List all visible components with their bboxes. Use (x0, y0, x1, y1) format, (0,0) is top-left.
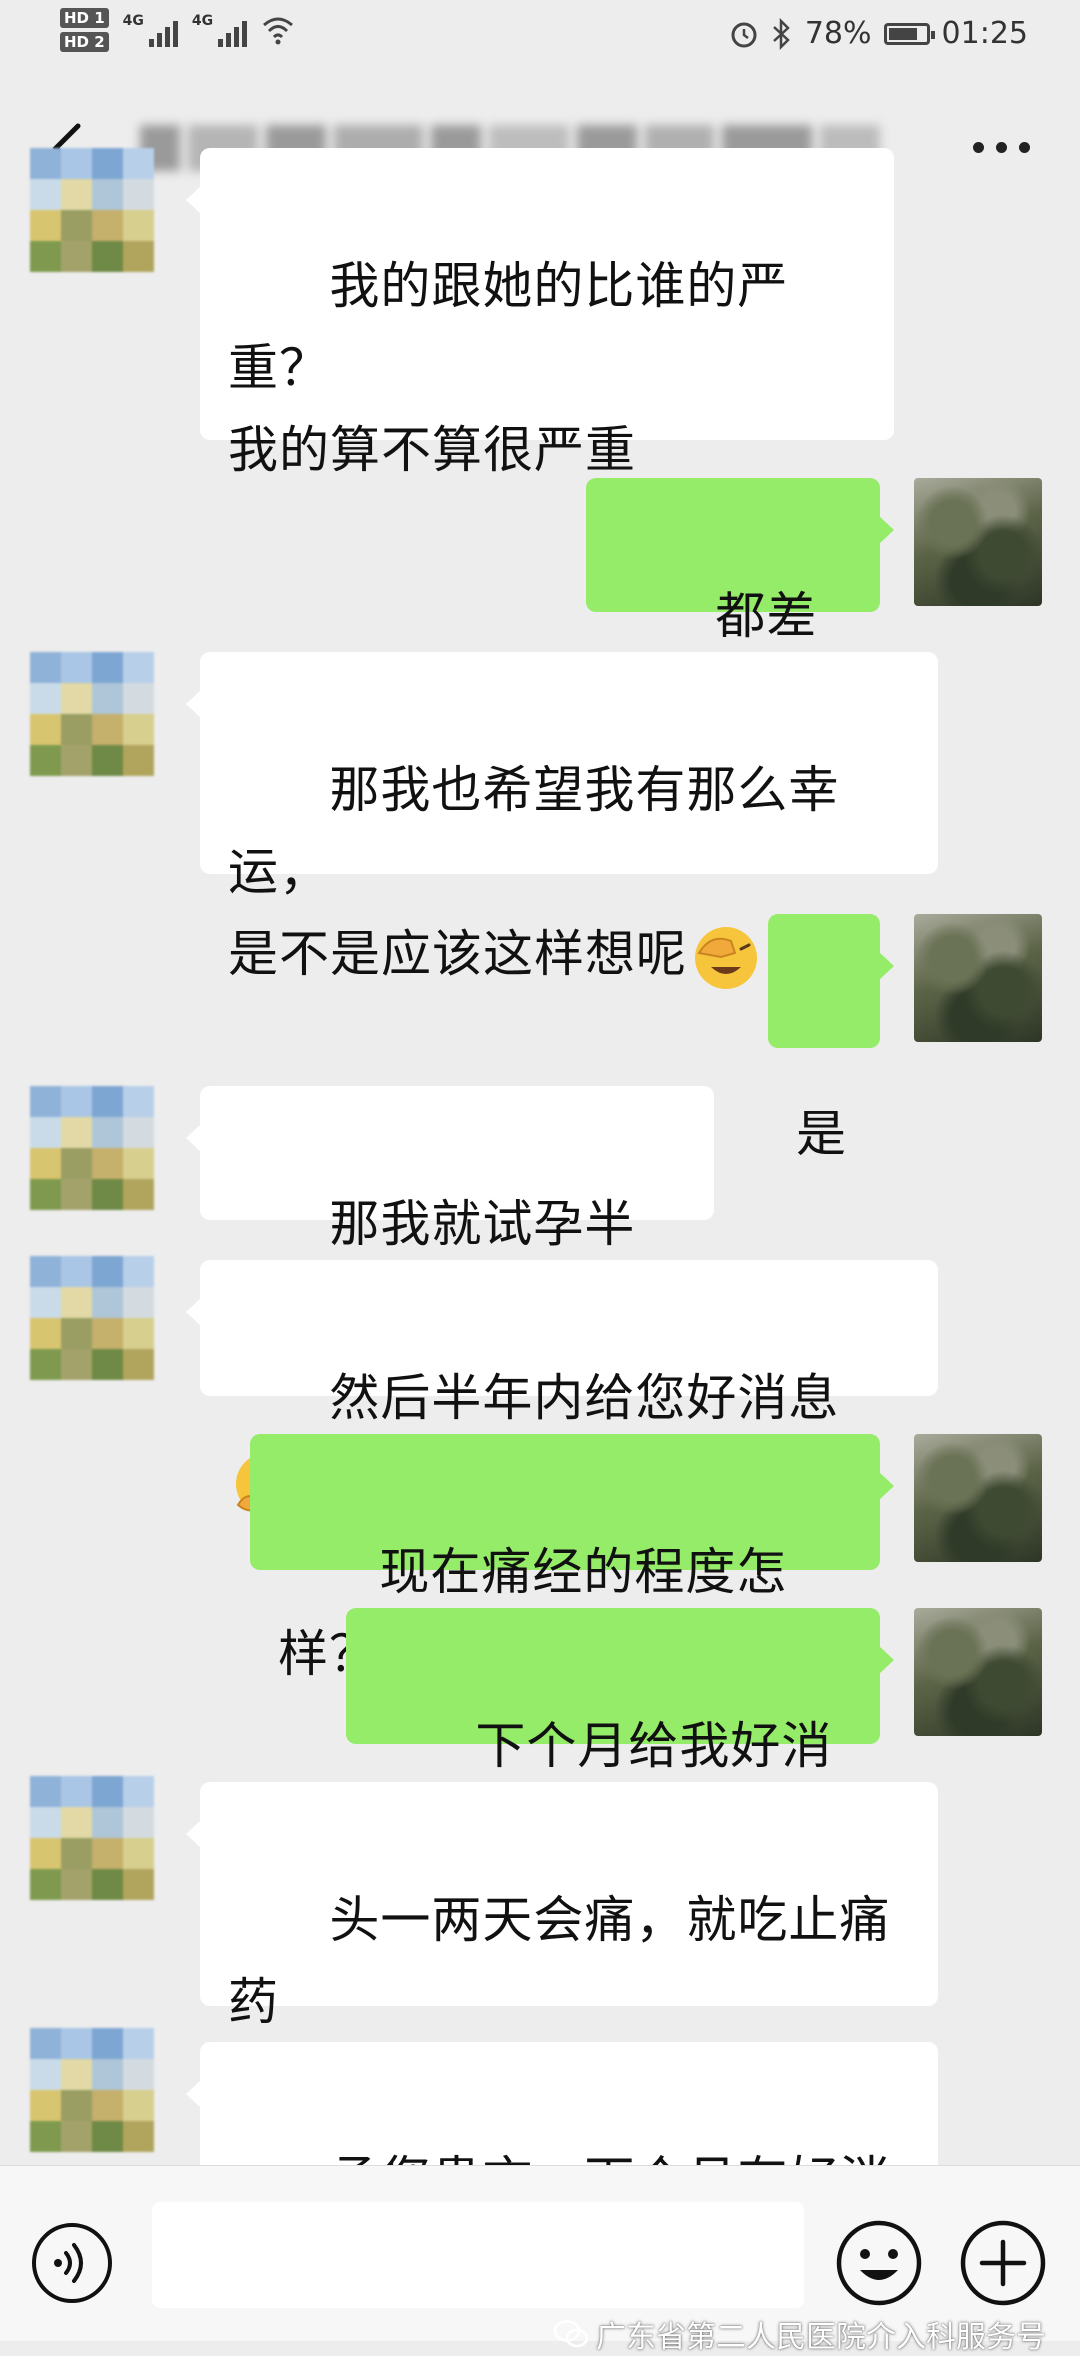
message-bubble[interactable]: 那我也希望我有那么幸运， 是不是应该这样想呢 (186, 652, 938, 989)
avatar[interactable] (30, 2028, 154, 2152)
signal-icon-2: 4G (191, 13, 248, 47)
net2-label: 4G (191, 13, 214, 29)
avatar[interactable] (914, 478, 1042, 606)
battery-icon (883, 22, 935, 45)
message-bubble[interactable]: 都差不多 (586, 478, 894, 727)
message-bubble[interactable]: 下个月给我好消息 (346, 1608, 894, 1857)
message-bubble[interactable]: 是 (768, 914, 894, 1163)
avatar[interactable] (30, 1086, 154, 1210)
battery-fill (888, 27, 917, 40)
message-text: 然后半年内给您好消息 (329, 1369, 840, 1427)
face-palm-emoji (695, 926, 757, 989)
bluetooth-icon (772, 17, 790, 50)
watermark: 广东省第二人民医院介入科服务号 (554, 2312, 1046, 2356)
avatar[interactable] (914, 1608, 1042, 1736)
avatar[interactable] (30, 1256, 154, 1380)
message-input[interactable] (152, 2202, 804, 2308)
signal-icon: 4G (123, 13, 178, 47)
message-bubble[interactable]: 头一两天会痛，就吃止痛 药 (186, 1782, 938, 2031)
message-bubble[interactable]: 那我就试孕半年？ (186, 1086, 714, 1335)
smile-icon[interactable] (834, 2218, 924, 2308)
wifi-icon (263, 17, 294, 45)
hd1-badge: HD 1 (60, 8, 109, 28)
voice-icon[interactable] (30, 2221, 114, 2305)
message-text: 是 (796, 1105, 847, 1163)
battery-percent: 78% (804, 16, 872, 51)
avatar[interactable] (914, 914, 1042, 1042)
message-bubble[interactable]: 我的跟她的比谁的严重？ 我的算不算很严重 (186, 148, 894, 479)
message-bubble[interactable]: 然后半年内给您好消息 (186, 1260, 938, 1515)
clock: 01:25 (941, 16, 1028, 51)
message-text: 我的跟她的比谁的严重？ 我的算不算很严重 (228, 257, 789, 479)
avatar[interactable] (914, 1434, 1042, 1562)
more-dots-icon[interactable] (973, 142, 1030, 153)
avatar[interactable] (30, 148, 154, 272)
wechat-icon (554, 2320, 588, 2348)
avatar[interactable] (30, 652, 154, 776)
alarm-icon (731, 22, 757, 47)
avatar[interactable] (30, 1776, 154, 1900)
message-text: 头一两天会痛，就吃止痛 药 (228, 1891, 891, 2031)
net1-label: 4G (122, 13, 144, 29)
hd2-badge: HD 2 (60, 32, 109, 52)
message-bubble[interactable]: 现在痛经的程度怎样？ (250, 1434, 894, 1683)
status-bar: HD 1 HD 2 4G 4G 78% 01:25 (0, 0, 1080, 72)
watermark-text: 广东省第二人民医院介入科服务号 (596, 2321, 1046, 2354)
plus-icon[interactable] (958, 2218, 1048, 2308)
